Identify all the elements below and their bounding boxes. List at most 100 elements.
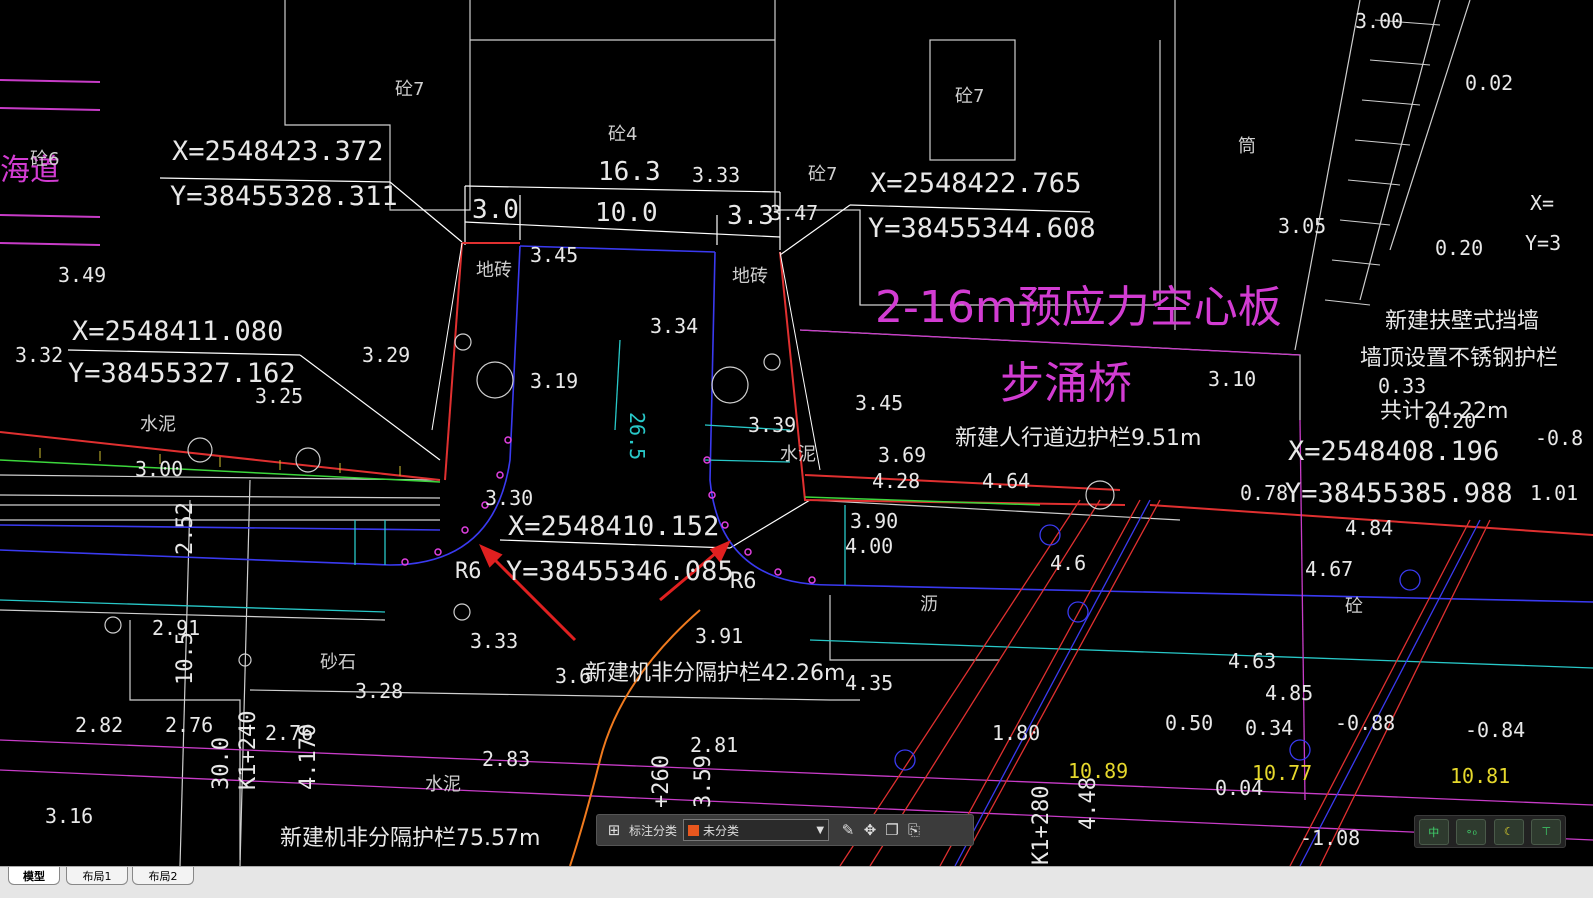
elev-3-29: 3.29	[362, 343, 410, 367]
elev-0-33: 0.33	[1378, 374, 1426, 398]
cad-drawing-canvas[interactable]: X=2548423.372 Y=38455328.311 X=2548422.7…	[0, 0, 1593, 866]
paste-icon[interactable]: ⎘	[903, 819, 925, 841]
elev-3-32: 3.32	[15, 343, 63, 367]
elev-neg-0-8: -0.8	[1535, 426, 1583, 450]
snap-arc-button[interactable]: ☾	[1493, 818, 1524, 845]
tab-layout2[interactable]: 布局2	[132, 867, 194, 885]
elev-0-02: 0.02	[1465, 71, 1513, 95]
rail-sep-note-2: 新建机非分隔护栏75.57m	[280, 826, 540, 851]
elev-0-34: 0.34	[1245, 716, 1293, 740]
station-k1-280-elev: 4.48	[1076, 777, 1101, 830]
elev-3-00b: 3.00	[1355, 9, 1403, 33]
elev-3-45: 3.45	[530, 243, 578, 267]
elev-0-20b: 0.20	[1428, 409, 1476, 433]
elev-3-47: 3.47	[770, 201, 818, 225]
elev-3-49: 3.49	[58, 263, 106, 287]
move-icon[interactable]: ✥	[859, 819, 881, 841]
elev-2-83: 2.83	[482, 747, 530, 771]
concrete: 砼	[1345, 596, 1363, 617]
coord-y-4: Y=38455346.085	[506, 556, 734, 587]
dim-right: 3.3	[727, 201, 774, 231]
annotation-toolbar: ⊞ 标注分类 未分类 ▼ ✎ ✥ ❐ ⎘	[596, 814, 974, 846]
elev-3-34: 3.34	[650, 314, 698, 338]
annotation-category-label: 标注分类	[629, 823, 678, 838]
elev-10-89: 10.89	[1068, 759, 1128, 783]
tab-layout1[interactable]: 布局1	[66, 867, 128, 885]
elev-4-00: 4.00	[845, 534, 893, 558]
elev-3-90: 3.90	[850, 509, 898, 533]
elev-10-81: 10.81	[1450, 764, 1510, 788]
coord-x-3: X=2548411.080	[72, 316, 283, 347]
elev-3-39: 3.39	[748, 413, 796, 437]
elev-2-76b: 2.76	[265, 721, 313, 745]
cement-3: 水泥	[425, 774, 461, 795]
coord-y-1: Y=38455328.311	[170, 181, 398, 212]
elev-3-69: 3.69	[878, 443, 926, 467]
elev-3-30: 3.30	[485, 486, 533, 510]
snap-node-button[interactable]: ∘₀	[1456, 818, 1487, 845]
wall-note-2: 墙顶设置不锈钢护栏	[1360, 346, 1558, 371]
radius-right: R6	[730, 569, 757, 594]
coord-x-2: X=2548422.765	[870, 168, 1081, 199]
elev-3-00: 3.00	[135, 457, 183, 481]
station-k1-240: K1+240	[236, 711, 261, 790]
bridge-title-2: 步涌桥	[1000, 358, 1132, 409]
coord-x-5: X=2548408.196	[1288, 436, 1499, 467]
elev-4-84: 4.84	[1345, 516, 1393, 540]
snap-perpendicular-button[interactable]: ⊤	[1531, 818, 1562, 845]
annotation-category-select[interactable]: 未分类 ▼	[683, 819, 830, 841]
concrete-7a: 砼7	[395, 79, 424, 100]
slope-26-5: 26.5	[625, 412, 649, 460]
coord-y-5: Y=38455385.988	[1285, 478, 1513, 509]
dim-30-0: 30.0	[209, 737, 234, 790]
elev-10-77: 10.77	[1252, 761, 1312, 785]
rail-sep-note-1: 新建机非分隔护栏42.26m	[585, 661, 845, 686]
elev-3-28: 3.28	[355, 679, 403, 703]
elev-4-67: 4.67	[1305, 557, 1353, 581]
elev-4-85: 4.85	[1265, 681, 1313, 705]
bridge-title-1: 2-16m预应力空心板	[875, 282, 1282, 333]
elev-3-05: 3.05	[1278, 214, 1326, 238]
grid-icon[interactable]: ⊞	[603, 819, 625, 841]
cement-1: 水泥	[140, 414, 176, 435]
concrete-7b: 砼7	[955, 86, 984, 107]
gravel: 砂石	[320, 652, 356, 673]
coord-x-right: X=	[1530, 191, 1554, 215]
elev-2-81: 2.81	[690, 733, 738, 757]
dim-mid: 10.0	[595, 198, 658, 228]
coord-y-2: Y=38455344.608	[868, 213, 1096, 244]
copy-icon[interactable]: ❐	[881, 819, 903, 841]
elev-4-63: 4.63	[1228, 649, 1276, 673]
asphalt: 沥	[920, 594, 938, 615]
elev-3-25: 3.25	[255, 384, 303, 408]
elev-3-19: 3.19	[530, 369, 578, 393]
elev-4-6: 4.6	[1050, 551, 1086, 575]
snap-toolbar: 中 ∘₀ ☾ ⊤	[1414, 815, 1566, 848]
elev-4-64: 4.64	[982, 469, 1030, 493]
elev-3-91: 3.91	[695, 624, 743, 648]
elev-3-16: 3.16	[45, 804, 93, 828]
coord-x-4: X=2548410.152	[508, 511, 719, 542]
tab-model[interactable]: 模型	[8, 867, 60, 885]
rail-ped-note: 新建人行道边护栏9.51m	[955, 426, 1201, 451]
brick-left: 地砖	[476, 260, 512, 281]
edit-icon[interactable]: ✎	[837, 819, 859, 841]
elev-3-45b: 3.45	[855, 391, 903, 415]
concrete-6: 砼6	[30, 149, 59, 170]
snap-center-button[interactable]: 中	[1418, 818, 1449, 845]
layout-tab-bar: 模型 布局1 布局2	[0, 866, 1593, 898]
elev-1-80: 1.80	[992, 721, 1040, 745]
elev-3-33b: 3.33	[470, 629, 518, 653]
elev-2-82: 2.82	[75, 713, 123, 737]
coord-x-1: X=2548423.372	[172, 136, 383, 167]
radius-left: R6	[455, 559, 482, 584]
dim-2-52: 2.52	[173, 502, 198, 555]
elev-2-76: 2.76	[165, 713, 213, 737]
elev-4-28: 4.28	[872, 469, 920, 493]
station-260-elev: 3.59	[691, 755, 716, 808]
elev-0-78: 0.78	[1240, 481, 1288, 505]
cement-2: 水泥	[780, 444, 816, 465]
elev-neg-1-08: -1.08	[1300, 826, 1360, 850]
elev-0-50: 0.50	[1165, 711, 1213, 735]
elev-neg-0-84: -0.84	[1465, 718, 1525, 742]
